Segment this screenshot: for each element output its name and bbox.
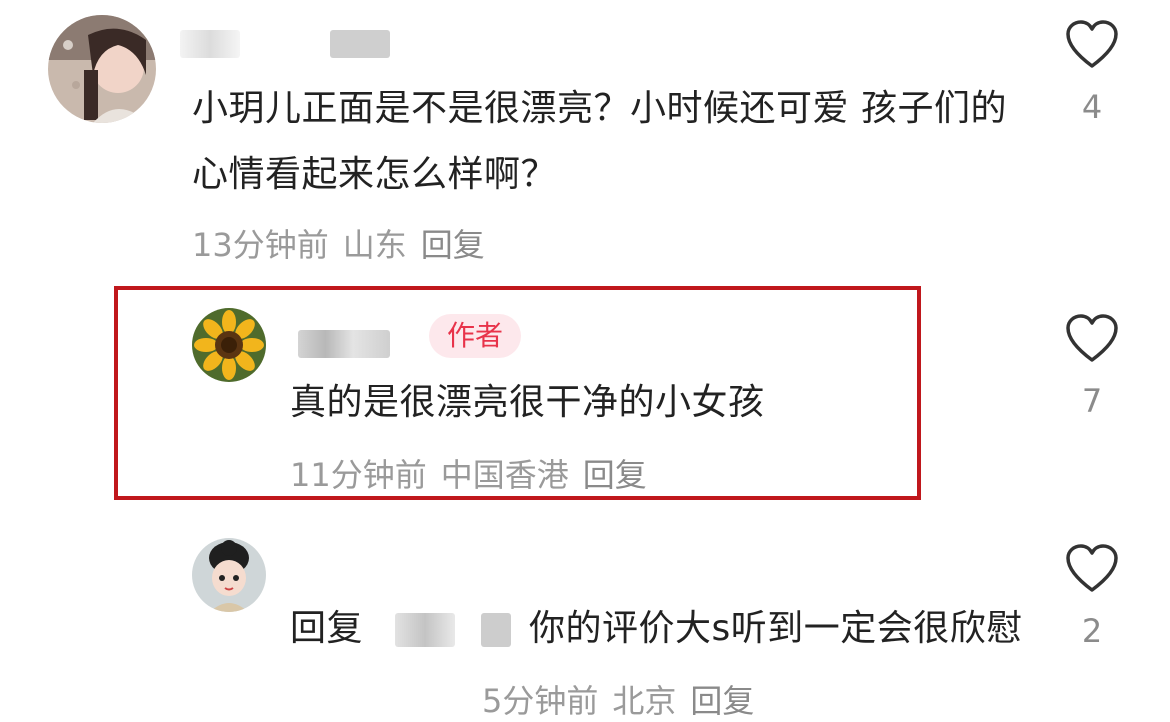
comment-location: 北京 — [612, 682, 677, 720]
comment-location: 山东 — [342, 226, 407, 264]
reply-button[interactable]: 回复 — [690, 682, 754, 720]
user-avatar[interactable] — [48, 15, 156, 123]
comment-location: 中国香港 — [440, 456, 569, 494]
blurred-username — [298, 330, 390, 358]
like-button[interactable]: 7 — [1062, 314, 1122, 420]
author-badge: 作者 — [429, 314, 522, 358]
comment-item: 回复 你的评价大s听到一定会很欣慰 5分钟前 北京 回复 2 — [0, 520, 1170, 720]
comment-meta: 5分钟前 北京 回复 — [482, 676, 768, 722]
reply-text: 你的评价大s听到一定会很欣慰 — [528, 608, 1023, 649]
comment-time: 13分钟前 — [192, 226, 329, 264]
like-button[interactable]: 2 — [1062, 544, 1122, 650]
reply-button[interactable]: 回复 — [421, 226, 485, 264]
comment-text: 回复 你的评价大s听到一定会很欣慰 — [290, 596, 1030, 662]
heart-icon — [1066, 314, 1118, 362]
comment-time: 11分钟前 — [290, 456, 427, 494]
like-button[interactable]: 4 — [1062, 20, 1122, 126]
blurred-username — [330, 30, 390, 58]
comment-meta: 11分钟前 中国香港 回复 — [290, 450, 661, 496]
comment-item: 作者 真的是很漂亮很干净的小女孩 11分钟前 中国香港 回复 — [0, 286, 1170, 496]
comment-meta: 13分钟前 山东 回复 — [192, 220, 499, 266]
user-avatar[interactable] — [192, 538, 266, 612]
like-count: 4 — [1081, 88, 1103, 126]
blurred-mention — [394, 613, 455, 647]
comment-time: 5分钟前 — [482, 682, 599, 720]
comment-text: 小玥儿正面是不是很漂亮？小时候还可爱 孩子们的心情看起来怎么样啊？ — [192, 88, 1007, 195]
blurred-username — [180, 30, 240, 58]
comment-text: 真的是很漂亮很干净的小女孩 — [290, 382, 765, 423]
reply-prefix: 回复 — [290, 608, 364, 649]
like-count: 7 — [1081, 382, 1103, 420]
comment-item: 小玥儿正面是不是很漂亮？小时候还可爱 孩子们的心情看起来怎么样啊？ 13分钟前山… — [0, 0, 1170, 280]
like-count: 2 — [1081, 612, 1103, 650]
blurred-mention — [480, 613, 511, 647]
reply-button[interactable]: 回复 — [583, 456, 647, 494]
user-avatar[interactable] — [192, 308, 266, 382]
heart-icon — [1066, 20, 1118, 68]
heart-icon — [1066, 544, 1118, 592]
